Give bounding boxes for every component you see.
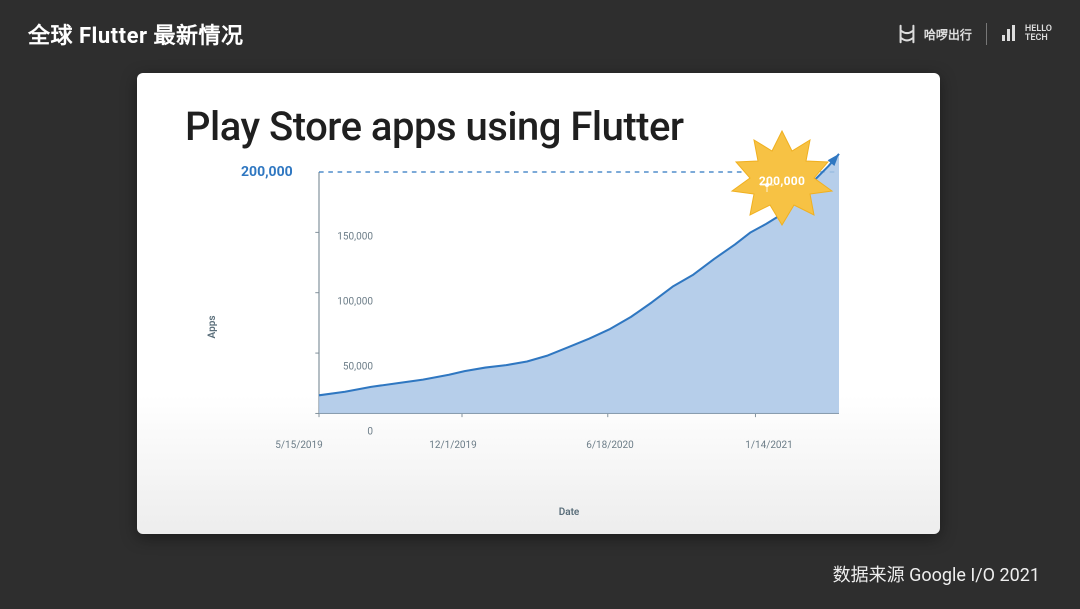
xtick-2: 6/18/2020: [586, 440, 634, 451]
xtick-1: 12/1/2019: [429, 440, 477, 451]
y-axis-label: Apps: [207, 316, 218, 339]
x-axis-label: Date: [559, 507, 580, 518]
bars-icon: [1001, 25, 1019, 43]
chart-title: Play Store apps using Flutter: [185, 103, 896, 150]
logo-hello-chuxing: 哈啰出行: [896, 23, 972, 45]
footer-source: 数据来源 Google I/O 2021: [833, 561, 1040, 587]
logo-hello-text: 哈啰出行: [924, 26, 972, 43]
area-fill: [319, 154, 839, 414]
hello-h-icon: [896, 23, 918, 45]
chart-area: Apps Date 200,000 150,000 100,000 50,000…: [249, 172, 889, 482]
chart-card: Play Store apps using Flutter Apps Date …: [137, 73, 940, 534]
xtick-0: 5/15/2019: [275, 440, 323, 451]
slide-header-title: 全球 Flutter 最新情况: [28, 18, 243, 50]
logo-divider: [986, 23, 987, 45]
logo-group: 哈啰出行 HELLO TECH: [896, 23, 1052, 45]
threshold-label: 200,000: [241, 164, 293, 180]
chart-plot: [299, 172, 859, 432]
xtick-3: 1/14/2021: [745, 440, 793, 451]
logo-tech-line2: TECH: [1025, 34, 1052, 43]
slide-header: 全球 Flutter 最新情况 哈啰出行 HELLO TECH: [0, 0, 1080, 50]
logo-hello-tech: HELLO TECH: [1001, 25, 1052, 43]
